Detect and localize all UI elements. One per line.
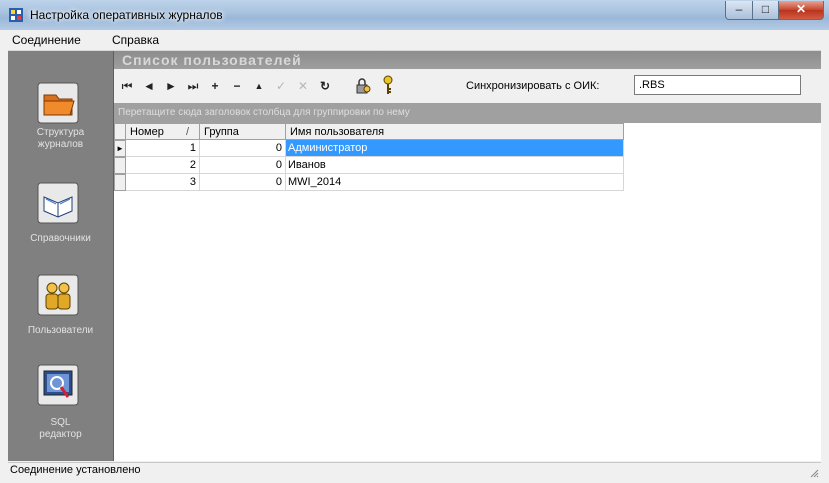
nav-label: Структура	[36, 127, 85, 138]
nav-item-users[interactable]: Пользователи	[8, 273, 113, 343]
cell-number[interactable]: 3	[126, 174, 200, 191]
prev-record-icon[interactable]: ◄	[142, 79, 156, 93]
nav-label: Пользователи	[27, 325, 94, 336]
row-indicator[interactable]	[114, 157, 126, 174]
column-header-username[interactable]: Имя пользователя	[286, 123, 624, 140]
cell-group[interactable]: 0	[200, 157, 286, 174]
close-button[interactable]: ✕	[778, 1, 824, 20]
app-window: Настройка оперативных журналов – □ ✕ Сое…	[0, 0, 829, 483]
cell-group[interactable]: 0	[200, 174, 286, 191]
status-text: Соединение установлено	[10, 464, 141, 476]
resize-grip-icon[interactable]	[809, 468, 819, 478]
cell-username[interactable]: Иванов	[286, 157, 624, 174]
nav-item-directories[interactable]: Справочники	[8, 181, 113, 251]
menu-help[interactable]: Справка	[112, 33, 159, 47]
title-bar[interactable]: Настройка оперативных журналов – □ ✕	[0, 0, 829, 30]
content-panel: Список пользователей ⏮ ◄ ► ⏭ + − ▲ ✓ ✕ ↻…	[114, 51, 821, 461]
next-record-icon[interactable]: ►	[164, 79, 178, 93]
column-title: Номер	[130, 126, 164, 138]
refresh-icon[interactable]: ↻	[318, 79, 332, 93]
panel-title: Список пользователей	[122, 52, 302, 68]
panel-header: Список пользователей	[114, 51, 821, 69]
cancel-record-icon[interactable]: ✕	[296, 79, 310, 93]
app-icon	[9, 8, 23, 22]
table-row[interactable]: 3 0 MWI_2014	[114, 174, 624, 191]
group-hint: Перетащите сюда заголовок столбца для гр…	[118, 107, 410, 118]
last-record-icon[interactable]: ⏭	[186, 79, 200, 93]
grid-header: Номер / Группа Имя пользователя	[114, 123, 624, 141]
header-indicator-cell	[114, 123, 126, 140]
users-icon	[37, 274, 79, 316]
nav-label: журналов	[37, 139, 84, 150]
maximize-button[interactable]: □	[752, 1, 779, 20]
cell-number[interactable]: 1	[126, 140, 200, 157]
cell-username[interactable]: Администратор	[286, 140, 624, 157]
first-record-icon[interactable]: ⏮	[120, 79, 134, 93]
minimize-button[interactable]: –	[725, 1, 753, 20]
sql-editor-icon	[37, 364, 79, 406]
cell-username[interactable]: MWI_2014	[286, 174, 624, 191]
row-indicator[interactable]	[114, 174, 126, 191]
user-lock-icon[interactable]	[354, 77, 372, 95]
nav-label: редактор	[39, 429, 82, 440]
key-icon[interactable]	[380, 75, 396, 95]
add-record-icon[interactable]: +	[208, 79, 222, 93]
menu-connection[interactable]: Соединение	[12, 33, 81, 47]
edit-record-icon[interactable]: ▲	[252, 79, 266, 93]
table-row[interactable]: 2 0 Иванов	[114, 157, 624, 174]
status-bar: Соединение установлено	[8, 462, 821, 479]
nav-label: Справочники	[30, 233, 91, 244]
group-by-panel[interactable]: Перетащите сюда заголовок столбца для гр…	[114, 103, 821, 123]
folder-icon	[37, 82, 79, 124]
post-record-icon[interactable]: ✓	[274, 79, 288, 93]
cell-number[interactable]: 2	[126, 157, 200, 174]
column-header-group[interactable]: Группа	[200, 123, 286, 140]
window-title: Настройка оперативных журналов	[30, 8, 223, 22]
table-row[interactable]: ► 1 0 Администратор	[114, 140, 624, 157]
nav-label: SQL	[50, 417, 71, 428]
column-header-number[interactable]: Номер /	[126, 123, 200, 140]
nav-item-journals[interactable]: Структура журналов	[8, 81, 113, 169]
left-nav: Структура журналов Справочники Пользоват…	[8, 51, 114, 461]
row-indicator[interactable]: ►	[114, 140, 126, 157]
sync-input[interactable]	[634, 75, 801, 95]
delete-record-icon[interactable]: −	[230, 79, 244, 93]
menu-bar: Соединение Справка	[8, 30, 821, 51]
sync-label: Синхронизировать с ОИК:	[466, 80, 600, 92]
nav-item-sql-editor[interactable]: SQL редактор	[8, 363, 113, 453]
cell-group[interactable]: 0	[200, 140, 286, 157]
book-icon	[37, 182, 79, 224]
sort-indicator-icon: /	[186, 126, 190, 138]
navigator-toolbar: ⏮ ◄ ► ⏭ + − ▲ ✓ ✕ ↻ Синхронизировать с О…	[114, 69, 821, 103]
